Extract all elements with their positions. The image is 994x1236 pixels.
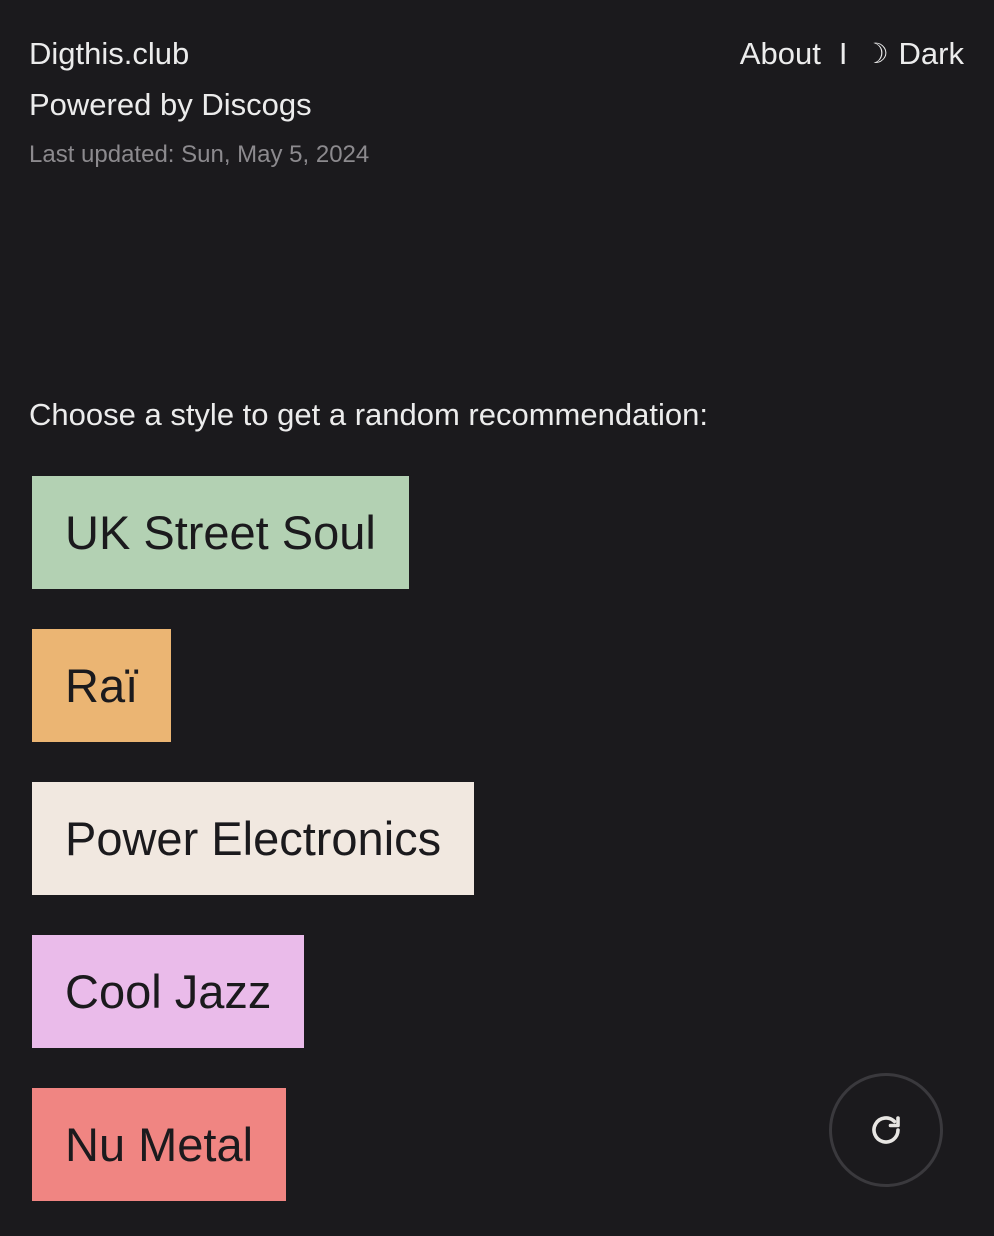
refresh-button[interactable]	[829, 1073, 943, 1187]
theme-toggle[interactable]: ☽ Dark	[863, 34, 964, 74]
about-link[interactable]: About	[740, 34, 821, 74]
site-title[interactable]: Digthis.club	[29, 34, 189, 74]
style-button-uk-street-soul[interactable]: UK Street Soul	[32, 476, 409, 589]
refresh-icon	[872, 1116, 900, 1144]
style-button-rai[interactable]: Raï	[32, 629, 172, 742]
style-button-cool-jazz[interactable]: Cool Jazz	[32, 935, 305, 1048]
powered-by-text: Powered by Discogs	[29, 87, 312, 122]
style-button-nu-metal[interactable]: Nu Metal	[32, 1088, 287, 1201]
style-list: UK Street Soul Raï Power Electronics Coo…	[32, 476, 475, 1201]
moon-icon: ☽	[863, 38, 889, 69]
style-prompt: Choose a style to get a random recommend…	[29, 397, 708, 432]
theme-toggle-label: Dark	[898, 36, 964, 71]
top-nav: About I ☽ Dark	[740, 34, 964, 74]
last-updated-text: Last updated: Sun, May 5, 2024	[29, 141, 370, 168]
nav-separator: I	[838, 36, 848, 71]
style-button-power-electronics[interactable]: Power Electronics	[32, 782, 475, 895]
